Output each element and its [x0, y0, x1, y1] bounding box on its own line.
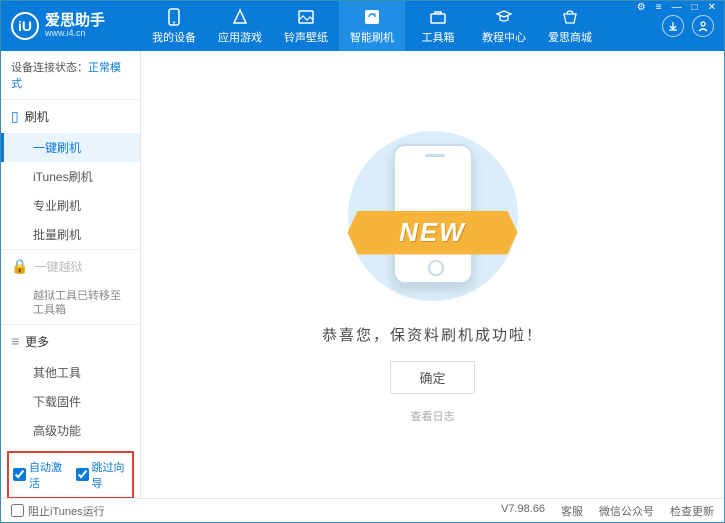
nav-apps[interactable]: 应用游戏: [207, 1, 273, 51]
app-title: 爱思助手: [45, 13, 105, 30]
phone-icon: ▯: [11, 108, 19, 125]
nav-smart-flash[interactable]: 智能刷机: [339, 1, 405, 51]
sidebar: 设备连接状态：正常模式 ▯刷机 一键刷机 iTunes刷机 专业刷机 批量刷机 …: [1, 51, 141, 498]
nav-tutorials[interactable]: 教程中心: [471, 1, 537, 51]
close-icon[interactable]: ✕: [705, 2, 719, 13]
wechat-link[interactable]: 微信公众号: [599, 503, 654, 519]
menu-icon[interactable]: ≡: [653, 2, 665, 13]
nav-store[interactable]: 爱思商城: [537, 1, 603, 51]
content-area: NEW 恭喜您，保资料刷机成功啦！ 确定 查看日志: [141, 51, 724, 498]
toolbox-icon: [429, 8, 447, 26]
ok-button[interactable]: 确定: [390, 361, 474, 394]
titlebar: iU 爱思助手 www.i4.cn 我的设备 应用游戏 铃声壁纸 智能刷机 工具…: [1, 1, 724, 51]
view-log-link[interactable]: 查看日志: [411, 408, 455, 424]
tutorial-icon: [495, 8, 513, 26]
sidebar-item-other-tools[interactable]: 其他工具: [1, 358, 140, 387]
connection-status: 设备连接状态：正常模式: [1, 51, 140, 99]
footer: 阻止iTunes运行 V7.98.66 客服 微信公众号 检查更新: [1, 498, 724, 522]
maximize-icon[interactable]: □: [689, 2, 701, 13]
success-illustration: NEW: [343, 126, 523, 306]
checkbox-block-itunes[interactable]: 阻止iTunes运行: [11, 503, 105, 519]
version-label: V7.98.66: [501, 503, 545, 519]
minimize-icon[interactable]: —: [669, 2, 685, 13]
sidebar-group-more[interactable]: ≡更多: [1, 325, 140, 358]
support-link[interactable]: 客服: [561, 503, 583, 519]
sidebar-item-batch-flash[interactable]: 批量刷机: [1, 220, 140, 249]
lock-icon: 🔒: [11, 258, 28, 275]
more-icon: ≡: [11, 333, 19, 349]
store-icon: [561, 8, 579, 26]
sidebar-item-oneclick-flash[interactable]: 一键刷机: [1, 133, 140, 162]
sidebar-item-itunes-flash[interactable]: iTunes刷机: [1, 162, 140, 191]
checkbox-auto-activate[interactable]: 自动激活: [13, 459, 66, 491]
sidebar-jailbreak-note: 越狱工具已转移至工具箱: [1, 283, 140, 324]
app-url: www.i4.cn: [45, 29, 105, 39]
sidebar-item-advanced[interactable]: 高级功能: [1, 416, 140, 445]
success-message: 恭喜您，保资料刷机成功啦！: [322, 324, 543, 345]
sidebar-group-flash[interactable]: ▯刷机: [1, 100, 140, 133]
settings-icon[interactable]: ⚙: [634, 2, 649, 13]
sidebar-item-pro-flash[interactable]: 专业刷机: [1, 191, 140, 220]
new-ribbon: NEW: [348, 211, 518, 255]
sidebar-item-download-firmware[interactable]: 下载固件: [1, 387, 140, 416]
checkbox-skip-guide[interactable]: 跳过向导: [76, 459, 129, 491]
flash-icon: [363, 8, 381, 26]
nav-ringtones[interactable]: 铃声壁纸: [273, 1, 339, 51]
nav-toolbox[interactable]: 工具箱: [405, 1, 471, 51]
check-update-link[interactable]: 检查更新: [670, 503, 714, 519]
window-controls: ⚙ ≡ — □ ✕: [634, 2, 719, 13]
wallpaper-icon: [297, 8, 315, 26]
sidebar-group-jailbreak: 🔒一键越狱: [1, 250, 140, 283]
logo-icon: iU: [11, 12, 39, 40]
apps-icon: [231, 8, 249, 26]
options-highlight: 自动激活 跳过向导: [7, 451, 134, 498]
nav-my-device[interactable]: 我的设备: [141, 1, 207, 51]
download-button[interactable]: [662, 15, 684, 37]
top-nav: 我的设备 应用游戏 铃声壁纸 智能刷机 工具箱 教程中心 爱思商城: [141, 1, 662, 51]
phone-icon: [165, 8, 183, 26]
user-button[interactable]: [692, 15, 714, 37]
logo: iU 爱思助手 www.i4.cn: [1, 12, 141, 40]
